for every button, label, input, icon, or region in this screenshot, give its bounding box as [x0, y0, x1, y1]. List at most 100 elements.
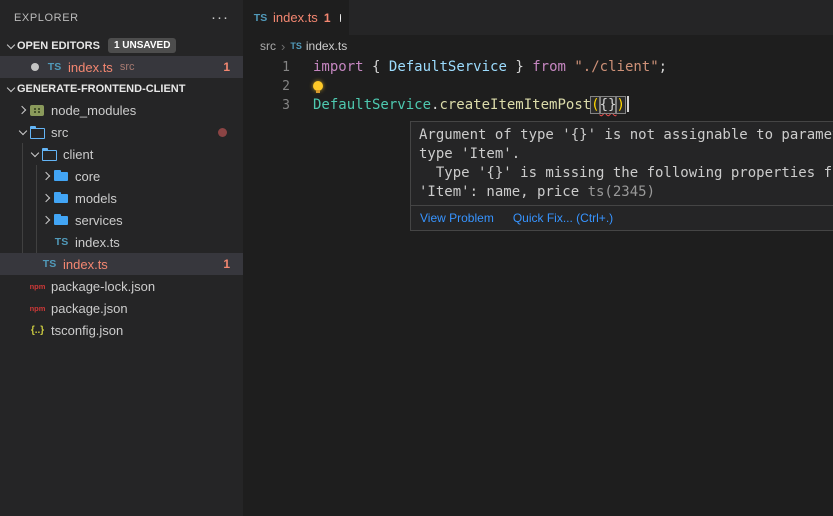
code-token: ; [659, 59, 667, 75]
tree-folder-src[interactable]: src [0, 121, 243, 143]
code-token: DefaultService [313, 97, 431, 113]
tab-filename: index.ts [273, 10, 318, 25]
file-label: package.json [51, 301, 128, 316]
file-label: index.ts [75, 235, 120, 250]
code-text: import { DefaultService } from "./client… [313, 58, 667, 77]
code-text [313, 77, 323, 96]
code-token [364, 59, 372, 75]
code-token: DefaultService [389, 59, 507, 75]
breadcrumb-index-ts[interactable]: index.ts [306, 39, 347, 53]
code-token: ( [591, 97, 599, 113]
typescript-file-icon: TS [290, 41, 302, 51]
editor-tab-bar: TS index.ts 1 [243, 0, 833, 35]
code-token: "./client" [574, 59, 658, 75]
file-label: models [75, 191, 117, 206]
text-cursor [627, 96, 629, 112]
tree-file-index.ts[interactable]: TS index.ts [0, 231, 243, 253]
code-area[interactable]: 1 import { DefaultService } from "./clien… [243, 58, 833, 115]
tooltip-body: Argument of type '{}' is not assignable … [411, 122, 833, 205]
ts-icon: TS [41, 256, 58, 272]
tab-index-ts[interactable]: TS index.ts 1 [243, 0, 349, 35]
code-line-2[interactable]: 2 [243, 77, 833, 96]
chevron-right-icon: › [281, 39, 285, 54]
lightbulb-icon[interactable] [313, 81, 323, 91]
file-label: package-lock.json [51, 279, 155, 294]
view-problem-link[interactable]: View Problem [420, 211, 494, 225]
chevron-right-icon [16, 103, 29, 117]
open-editor-filename: index.ts [68, 60, 113, 75]
workspace-header[interactable]: GENERATE-FRONTEND-CLIENT [0, 78, 243, 99]
line-number: 2 [243, 77, 290, 96]
open-editors-header[interactable]: OPEN EDITORS 1 UNSAVED [0, 35, 243, 56]
folder-node-modules-icon [29, 102, 46, 118]
unsaved-dot-icon[interactable] [340, 14, 341, 22]
line-number: 3 [243, 96, 290, 115]
open-editors-label: OPEN EDITORS [17, 40, 100, 52]
code-token: {} [600, 97, 617, 113]
code-token [380, 59, 388, 75]
json-icon: {..} [29, 322, 46, 338]
folder-open-icon [29, 124, 46, 140]
code-token: createItemItemPost [439, 97, 591, 113]
explorer-sidebar: EXPLORER ··· OPEN EDITORS 1 UNSAVED TS i… [0, 0, 243, 516]
tooltip-line: Type '{}' is missing the following prope… [419, 164, 833, 183]
modified-dot-icon [218, 128, 227, 137]
code-token: from [532, 59, 566, 75]
tab-error-count: 1 [324, 11, 331, 25]
open-editor-item-index-ts[interactable]: TS index.ts src 1 [0, 56, 243, 78]
error-tooltip: Argument of type '{}' is not assignable … [410, 121, 833, 231]
typescript-file-icon: TS [46, 59, 63, 75]
npm-icon: npm [29, 278, 46, 294]
tree-file-package-lock.json[interactable]: npm package-lock.json [0, 275, 243, 297]
npm-icon: npm [29, 300, 46, 316]
file-label: client [63, 147, 93, 162]
breadcrumb-src[interactable]: src [260, 39, 276, 53]
tree-file-tsconfig.json[interactable]: {..} tsconfig.json [0, 319, 243, 341]
chevron-right-icon [40, 213, 53, 227]
error-count-badge: 1 [223, 60, 230, 74]
folder-open-icon [41, 146, 58, 162]
file-label: node_modules [51, 103, 136, 118]
file-tree: node_modulessrcclientcoremodelsservicesT… [0, 99, 243, 341]
ts-error-code: ts(2345) [588, 184, 655, 200]
code-line-3[interactable]: 3 DefaultService.createItemItemPost({}) [243, 96, 833, 115]
open-editor-folder: src [120, 61, 135, 73]
tooltip-line: type 'Item'. [419, 145, 833, 164]
tree-folder-node_modules[interactable]: node_modules [0, 99, 243, 121]
workspace-name: GENERATE-FRONTEND-CLIENT [17, 83, 185, 95]
folder-icon [53, 168, 70, 184]
chevron-down-icon [28, 147, 41, 161]
typescript-file-icon: TS [252, 10, 269, 26]
chevron-right-icon [40, 191, 53, 205]
code-text: DefaultService.createItemItemPost({}) [313, 96, 629, 115]
folder-icon [53, 212, 70, 228]
code-token [524, 59, 532, 75]
file-label: index.ts [63, 257, 108, 272]
code-token: ) [616, 97, 624, 113]
unsaved-badge: 1 UNSAVED [108, 38, 177, 53]
file-label: src [51, 125, 68, 140]
file-label: core [75, 169, 100, 184]
chevron-down-icon [4, 39, 17, 53]
breadcrumb: src › TS index.ts [243, 35, 833, 57]
tree-folder-client[interactable]: client [0, 143, 243, 165]
chevron-right-icon [40, 169, 53, 183]
tree-folder-services[interactable]: services [0, 209, 243, 231]
tooltip-line: 'Item': name, price ts(2345) [419, 183, 833, 202]
file-label: tsconfig.json [51, 323, 123, 338]
ts-icon: TS [53, 234, 70, 250]
tooltip-line: Argument of type '{}' is not assignable … [419, 126, 833, 145]
folder-icon [53, 190, 70, 206]
more-actions-icon[interactable]: ··· [211, 13, 229, 23]
sidebar-title-row: EXPLORER ··· [0, 0, 243, 35]
chevron-down-icon [4, 82, 17, 96]
tree-folder-models[interactable]: models [0, 187, 243, 209]
tree-folder-core[interactable]: core [0, 165, 243, 187]
code-line-1[interactable]: 1 import { DefaultService } from "./clien… [243, 58, 833, 77]
modified-dot-icon [31, 63, 39, 71]
quick-fix-link[interactable]: Quick Fix... (Ctrl+.) [513, 211, 613, 225]
tree-file-package.json[interactable]: npm package.json [0, 297, 243, 319]
line-number: 1 [243, 58, 290, 77]
tree-file-index.ts[interactable]: TSindex.ts1 [0, 253, 243, 275]
tooltip-footer: View Problem Quick Fix... (Ctrl+.) [411, 205, 833, 230]
